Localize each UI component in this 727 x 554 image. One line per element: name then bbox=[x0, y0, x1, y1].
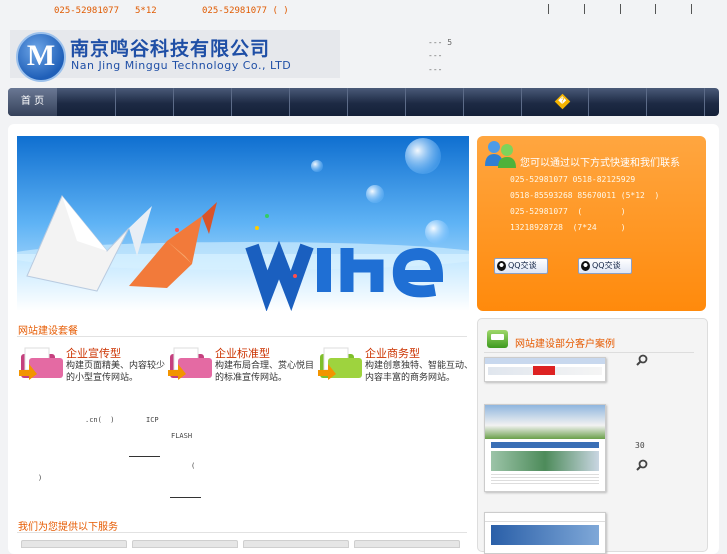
qq-chat-button[interactable]: QQ交谈 bbox=[494, 258, 548, 274]
service-tab[interactable] bbox=[21, 540, 127, 548]
top-separator bbox=[548, 4, 549, 14]
qq-label: QQ交谈 bbox=[592, 261, 621, 270]
case-thumbnail[interactable] bbox=[484, 357, 606, 382]
contact-line: 13218928728 (7*24 ) bbox=[510, 223, 626, 232]
underline bbox=[129, 456, 160, 457]
header-line: --- bbox=[428, 65, 443, 74]
banner-art bbox=[17, 138, 469, 311]
package-desc: 的小型宣传网站。 bbox=[66, 373, 139, 383]
case-thumbnail[interactable] bbox=[484, 404, 606, 492]
text-fragment: ) bbox=[38, 474, 43, 482]
top-separator bbox=[584, 4, 585, 14]
company-name-en: Nan Jing Minggu Technology Co., LTD bbox=[71, 59, 292, 72]
packages-title: 网站建设套餐 bbox=[18, 326, 78, 337]
folder-icon bbox=[168, 347, 212, 380]
nav-item[interactable] bbox=[646, 88, 705, 116]
folder-icon bbox=[318, 347, 362, 380]
cases-title: 网站建设部分客户案例 bbox=[515, 339, 615, 350]
case-count: 30 bbox=[635, 441, 645, 450]
contact-title: 您可以通过以下方式快速和我们联系 bbox=[520, 158, 680, 169]
header-line: --- bbox=[428, 51, 443, 60]
magnifier-icon[interactable] bbox=[636, 354, 648, 366]
top-separator bbox=[691, 4, 692, 14]
service-tab[interactable] bbox=[132, 540, 238, 548]
service-tabs bbox=[17, 540, 469, 548]
qq-chat-button[interactable]: QQ交谈 bbox=[578, 258, 632, 274]
top-bar: 025-52981077 5*12 025-52981077 ( ) bbox=[0, 0, 727, 22]
top-phone-2: 025-52981077 ( ) bbox=[202, 6, 289, 16]
divider bbox=[17, 532, 467, 533]
nav-item[interactable] bbox=[173, 88, 232, 116]
text-fragment: FLASH bbox=[171, 432, 193, 440]
qq-penguin-icon bbox=[497, 261, 506, 271]
nav-item[interactable] bbox=[289, 88, 348, 116]
package-desc: 构建布局合理、赏心悦目 bbox=[215, 361, 315, 371]
package-desc: 内容丰富的商务网站。 bbox=[365, 373, 456, 383]
top-phone: 025-52981077 bbox=[54, 6, 120, 16]
top-separator bbox=[655, 4, 656, 14]
top-hours: 5*12 bbox=[135, 6, 157, 16]
package-desc: 构建页面精美、内容较少 bbox=[66, 361, 166, 371]
company-name-cn: 南京鸣谷科技有限公司 bbox=[70, 38, 271, 60]
nav-diamond-glyph: � bbox=[558, 96, 567, 106]
nav-item[interactable] bbox=[57, 88, 116, 116]
package-title[interactable]: 企业宣传型 bbox=[66, 345, 121, 361]
package-title[interactable]: 企业标准型 bbox=[215, 345, 270, 361]
text-fragment: ( bbox=[191, 462, 196, 470]
hero-banner[interactable] bbox=[17, 136, 469, 311]
service-tab[interactable] bbox=[354, 540, 460, 548]
top-separator bbox=[620, 4, 621, 14]
header-line: --- 5 bbox=[428, 38, 453, 47]
nav-item[interactable] bbox=[588, 88, 647, 116]
underline bbox=[170, 497, 201, 498]
nav-home[interactable]: 首 页 bbox=[8, 88, 57, 116]
nav-item[interactable] bbox=[347, 88, 406, 116]
service-tab[interactable] bbox=[243, 540, 349, 548]
package-desc: 的标准宣传网站。 bbox=[215, 373, 288, 383]
nav-item[interactable] bbox=[463, 88, 522, 116]
nav-item[interactable] bbox=[405, 88, 464, 116]
contact-line: 025-52981077 0518-82125929 bbox=[510, 175, 636, 184]
monitor-icon bbox=[487, 330, 508, 348]
divider bbox=[17, 336, 467, 337]
nav-item[interactable] bbox=[231, 88, 290, 116]
nav-item[interactable] bbox=[115, 88, 174, 116]
folder-icon bbox=[19, 347, 63, 380]
case-thumbnail[interactable] bbox=[484, 512, 606, 554]
msn-people-icon bbox=[485, 141, 516, 168]
text-fragment: .cn( ) bbox=[85, 416, 115, 424]
contact-line: 025-52981077 ( ) bbox=[510, 207, 626, 216]
qq-label: QQ交谈 bbox=[508, 261, 537, 270]
magnifier-icon[interactable] bbox=[636, 459, 648, 471]
qq-penguin-icon bbox=[581, 261, 590, 271]
package-title[interactable]: 企业商务型 bbox=[365, 345, 420, 361]
package-desc: 构建创意独特、智能互动、 bbox=[365, 361, 474, 371]
main-nav bbox=[8, 88, 719, 116]
text-fragment: ICP bbox=[146, 416, 159, 424]
company-logo[interactable]: M bbox=[16, 32, 66, 82]
services-title: 我们为您提供以下服务 bbox=[18, 522, 118, 533]
contact-line: 0518-85593268 85670011 (5*12 ) bbox=[510, 191, 660, 200]
